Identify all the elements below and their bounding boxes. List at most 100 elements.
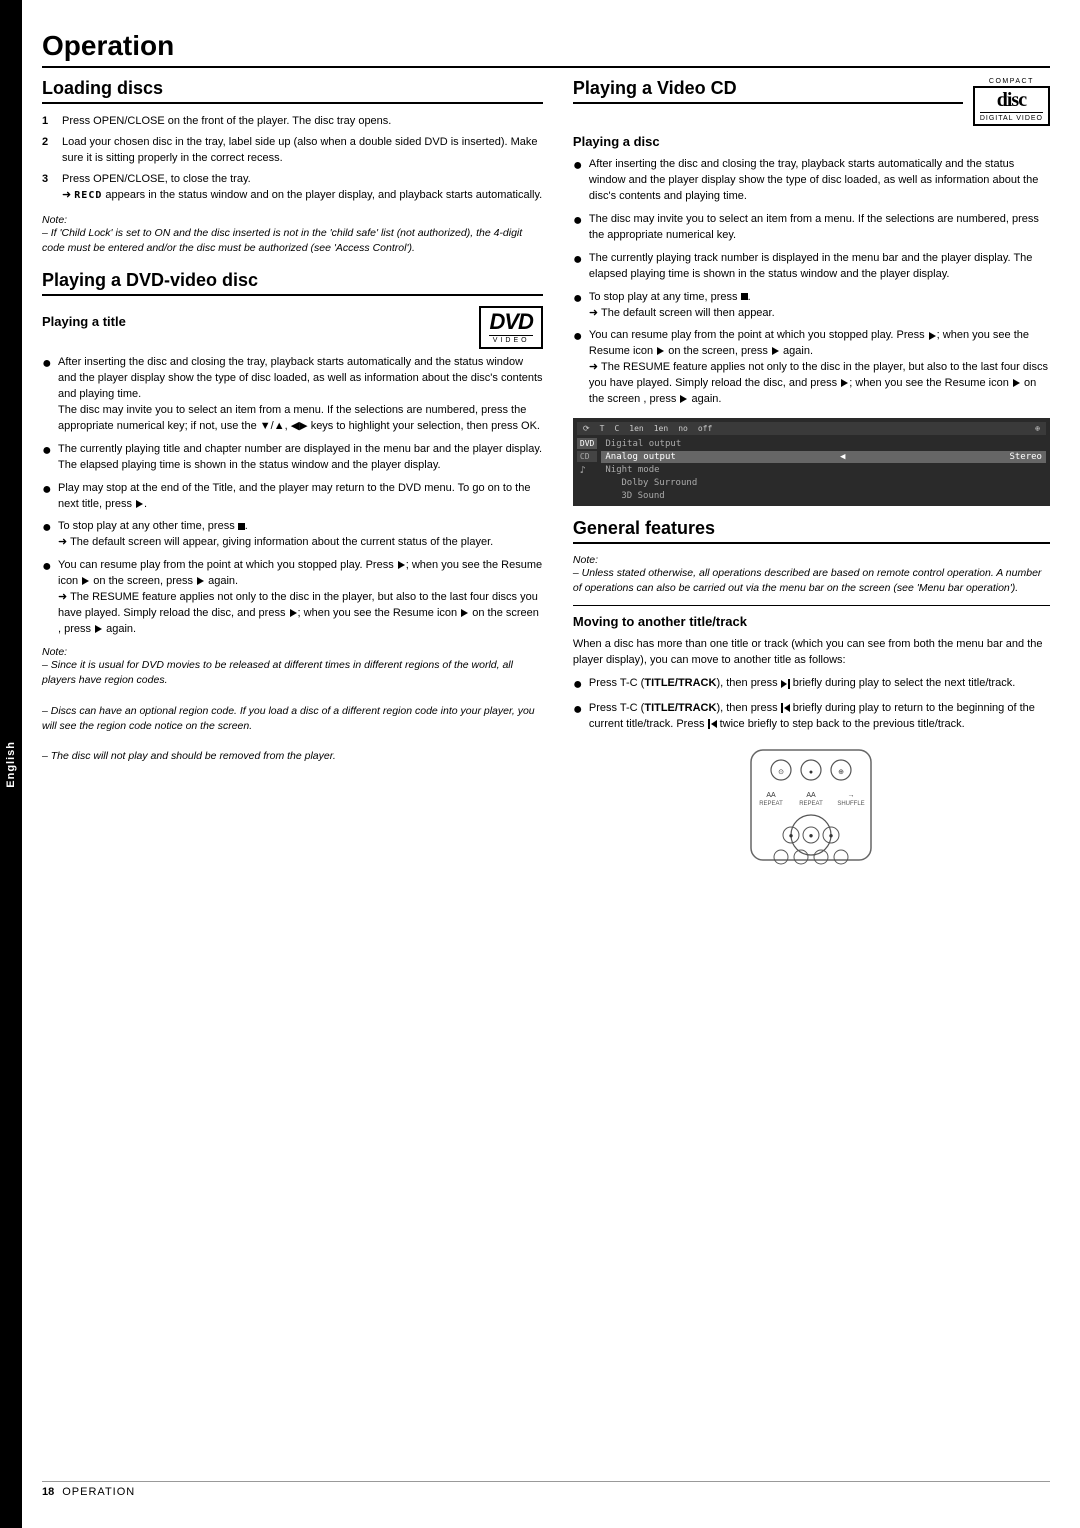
vcd-bullet-icon-1: ● (573, 157, 583, 205)
screen-analog-row: Analog output ◀ Stereo (601, 451, 1046, 463)
svg-text:●: ● (789, 831, 794, 840)
disc-sub: DIGITAL VIDEO (980, 112, 1043, 122)
screen-night-row: Night mode (601, 464, 1046, 476)
step-2: 2 Load your chosen disc in the tray, lab… (42, 135, 543, 167)
step-1-text: Press OPEN/CLOSE on the front of the pla… (62, 114, 391, 130)
screen-music-icon: ♪ (577, 464, 597, 477)
screen-left-icons: DVD CD ♪ (577, 438, 597, 502)
screen-col-no: no (678, 424, 688, 433)
sidebar: English (0, 0, 22, 1528)
disc-badge: disc DIGITAL VIDEO (973, 86, 1050, 126)
vcd-bullet-4: ● To stop play at any time, press . ➜ Th… (573, 290, 1050, 322)
bullet-icon-2: ● (42, 442, 52, 474)
screen-col-c: C (614, 424, 619, 433)
screen-analog-arrow: ◀ (840, 452, 845, 462)
dvd-bullet-1: ● After inserting the disc and closing t… (42, 355, 543, 435)
dvd-logo: DVD VIDEO (479, 306, 542, 349)
vcd-bullet-icon-3: ● (573, 251, 583, 283)
moving-title: Moving to another title/track (573, 614, 1050, 629)
dvd-logo-text: DVD (489, 309, 532, 334)
screen-zoom-icon: ⊕ (1035, 424, 1040, 433)
screen-image: ⟳ T C 1en 1en no off ⊕ DVD CD (573, 418, 1050, 506)
svg-text:REPEAT: REPEAT (760, 801, 784, 807)
screen-dvd-badge: DVD (577, 438, 597, 449)
moving-bullet-2: ● Press T-C (TITLE/TRACK), then press br… (573, 701, 1050, 733)
loading-note: Note: – If 'Child Lock' is set to ON and… (42, 214, 543, 256)
dvd-bullet-2-text: The currently playing title and chapter … (58, 442, 542, 474)
loading-note-text: – If 'Child Lock' is set to ON and the d… (42, 226, 543, 256)
compact-text: COMPACT (973, 78, 1050, 85)
svg-text:●: ● (829, 831, 834, 840)
step-2-text: Load your chosen disc in the tray, label… (62, 135, 543, 167)
bullet-icon-4: ● (42, 519, 52, 551)
video-cd-section: Playing a Video CD COMPACT disc DIGITAL … (573, 78, 1050, 506)
remote-image: ⊙ ● ⊕ AA REPEAT AA REPEAT → SHUFFLE (573, 745, 1050, 865)
vcd-bullet-4-text: To stop play at any time, press . ➜ The … (589, 290, 775, 322)
general-note-label: Note: (573, 554, 598, 566)
screen-analog-value: Stereo (1009, 452, 1042, 462)
moving-bullet-2-text: Press T-C (TITLE/TRACK), then press brie… (589, 701, 1050, 733)
dvd-video-section: Playing a DVD-video disc Playing a title… (42, 270, 543, 764)
vcd-bullet-2-text: The disc may invite you to select an ite… (589, 212, 1050, 244)
svg-text:●: ● (809, 831, 814, 840)
general-note-text: – Unless stated otherwise, all operation… (573, 566, 1050, 596)
loading-note-label: Note: (42, 214, 67, 226)
bullet-icon-5: ● (42, 558, 52, 638)
screen-icon-g: ⟳ (583, 424, 590, 433)
dvd-note-text: – Since it is usual for DVD movies to be… (42, 658, 543, 765)
dvd-logo-sub: VIDEO (489, 335, 532, 345)
vcd-bullet-icon-4: ● (573, 290, 583, 322)
step-1-num: 1 (42, 114, 56, 130)
general-note: Note: – Unless stated otherwise, all ope… (573, 554, 1050, 596)
dvd-bullets: ● After inserting the disc and closing t… (42, 355, 543, 638)
sidebar-label: English (5, 741, 17, 788)
dvd-note: Note: – Since it is usual for DVD movies… (42, 646, 543, 765)
loading-discs-section: Loading discs 1 Press OPEN/CLOSE on the … (42, 78, 543, 256)
svg-text:SHUFFLE: SHUFFLE (838, 801, 865, 807)
dvd-bullet-4-text: To stop play at any other time, press . … (58, 519, 493, 551)
dvd-bullet-5-text: You can resume play from the point at wh… (58, 558, 543, 638)
screen-col-off: off (698, 424, 712, 433)
disc-name: disc (980, 90, 1043, 110)
vcd-bullet-3-text: The currently playing track number is di… (589, 251, 1050, 283)
step-3: 3 Press OPEN/CLOSE, to close the tray. ➜… (42, 172, 543, 204)
screen-menu-items: Digital output Analog output ◀ Stereo Ni… (601, 438, 1046, 502)
svg-text:AA: AA (807, 792, 817, 799)
step-3-num: 3 (42, 172, 56, 204)
footer-section-label: Operation (62, 1486, 135, 1498)
dvd-bullet-3: ● Play may stop at the end of the Title,… (42, 481, 543, 513)
step-1: 1 Press OPEN/CLOSE on the front of the p… (42, 114, 543, 130)
dvd-bullet-4: ● To stop play at any other time, press … (42, 519, 543, 551)
dvd-bullet-5: ● You can resume play from the point at … (42, 558, 543, 638)
left-column: Loading discs 1 Press OPEN/CLOSE on the … (42, 78, 543, 1465)
bullet-icon-3: ● (42, 481, 52, 513)
screen-digital-row: Digital output (601, 438, 1046, 450)
screen-col-1en2: 1en (654, 424, 668, 433)
loading-steps-list: 1 Press OPEN/CLOSE on the front of the p… (42, 114, 543, 204)
page-title: Operation (42, 30, 1050, 68)
right-column: Playing a Video CD COMPACT disc DIGITAL … (573, 78, 1050, 1465)
screen-col-t: T (600, 424, 605, 433)
footer-page-number: 18 (42, 1486, 54, 1498)
step-3-text: Press OPEN/CLOSE, to close the tray. ➜ R… (62, 172, 542, 204)
vcd-bullet-5-text: You can resume play from the point at wh… (589, 328, 1050, 408)
vcd-bullet-icon-5: ● (573, 328, 583, 408)
step-2-num: 2 (42, 135, 56, 167)
svg-text:⊕: ⊕ (839, 769, 845, 776)
vcd-bullet-icon-2: ● (573, 212, 583, 244)
svg-text:→: → (848, 792, 855, 799)
svg-text:REPEAT: REPEAT (800, 801, 824, 807)
moving-bullet-icon-1: ● (573, 676, 583, 694)
dvd-video-title: Playing a DVD-video disc (42, 270, 543, 296)
screen-top-bar: ⟳ T C 1en 1en no off ⊕ (577, 422, 1046, 435)
general-features-section: General features Note: – Unless stated o… (573, 518, 1050, 865)
video-cd-title: Playing a Video CD (573, 78, 963, 104)
dvd-bullet-2: ● The currently playing title and chapte… (42, 442, 543, 474)
svg-text:⊙: ⊙ (779, 769, 785, 776)
screen-col-1en1: 1en (629, 424, 643, 433)
svg-text:AA: AA (767, 792, 777, 799)
dvd-note-label: Note: (42, 646, 67, 658)
general-features-title: General features (573, 518, 1050, 544)
svg-text:●: ● (809, 769, 813, 776)
video-cd-sub-title: Playing a disc (573, 134, 1050, 149)
